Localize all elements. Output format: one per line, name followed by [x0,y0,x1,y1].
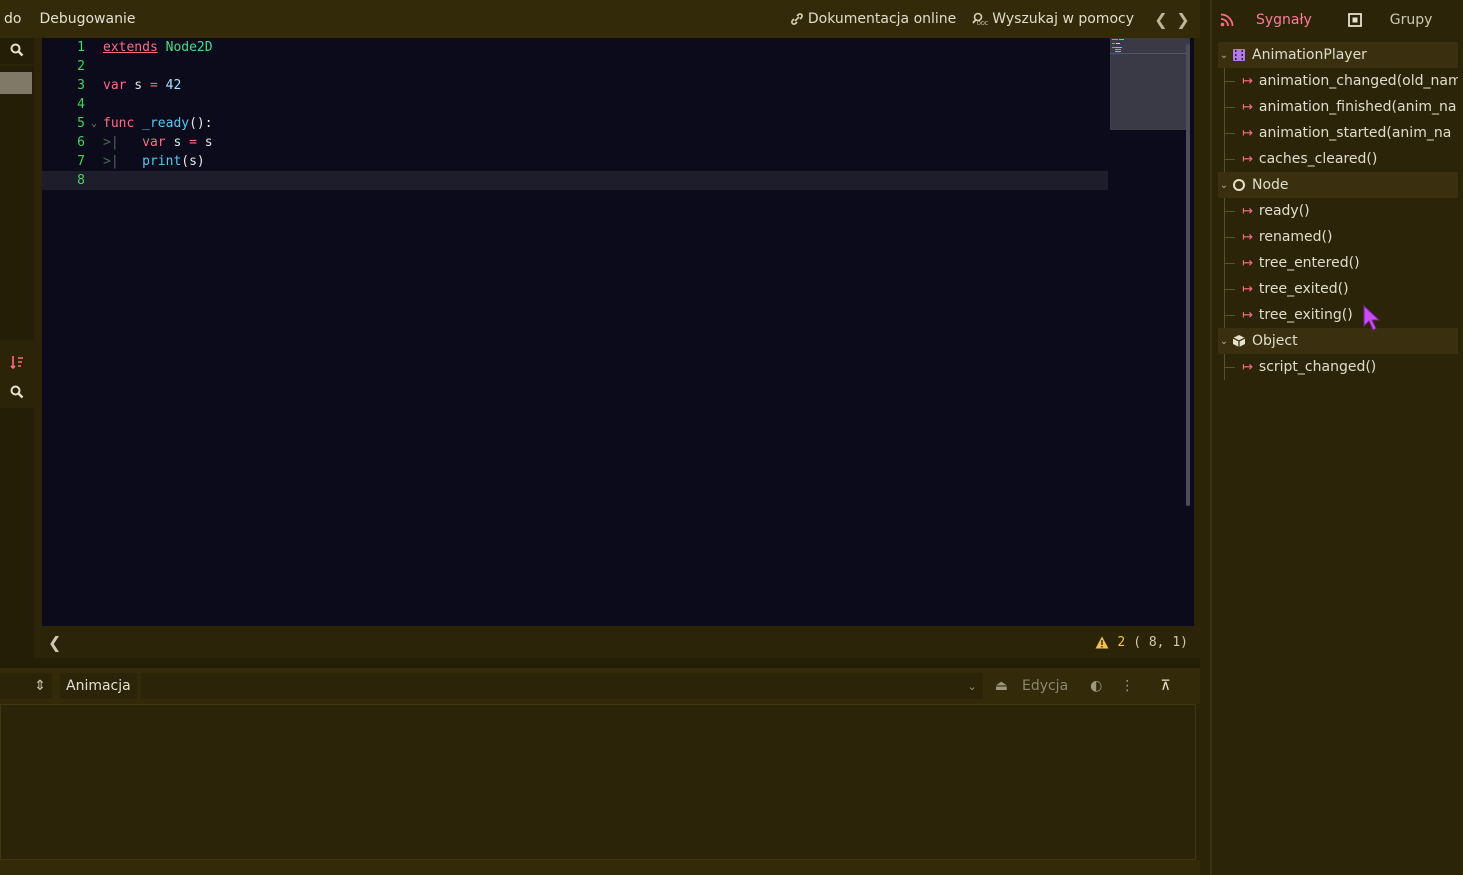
signal-icon: ↦ [1242,99,1253,115]
tab-groups[interactable]: Grupy [1340,12,1449,28]
bottom-footer-bar [0,860,1200,875]
search-help-link[interactable]: DOC Wyszukaj w pomocy [972,11,1134,27]
code-editor[interactable]: 1 extends Node2D 2 3 var s = 42 4 5 ⌄ fun… [42,38,1194,626]
animation-track-panel[interactable] [0,704,1196,860]
node-dock: Sygnały Grupy ⌄ AnimationPlayer ↦ animati… [1210,0,1463,875]
filter-search-icon[interactable] [9,384,25,400]
link-icon [791,13,803,25]
tab-groups-label: Grupy [1389,12,1433,28]
up-down-arrows-icon: ⇕ [34,678,46,694]
chevron-down-icon: ⌄ [1219,49,1229,61]
script-editor-toolbar: do Debugowanie Dokumentacja online DOC W… [0,0,1200,38]
code-line: 1 extends Node2D [77,40,213,55]
tree-group-animationplayer[interactable]: ⌄ AnimationPlayer [1218,42,1458,68]
signal-item[interactable]: ↦ renamed() [1218,224,1458,250]
code-line: 4 [77,97,85,112]
search-icon[interactable] [9,42,25,58]
code-line: 6 >| var s = s [77,135,213,150]
script-list-panel [0,66,34,340]
more-options-icon[interactable]: ⋮ [1120,678,1134,694]
signal-icon: ↦ [1242,229,1253,245]
code-line-current: 8 [42,171,1108,190]
code-line: 3 var s = 42 [77,78,182,93]
animation-toolbar: ⇕ Animacja ⌄ ⏏ Edycja ◐ ⋮ ⊼ [0,668,1200,704]
signal-item[interactable]: ↦ tree_exiting() [1218,302,1458,328]
pin-icon[interactable]: ⊼ [1160,678,1170,694]
code-line: 5 ⌄ func _ready(): [77,116,213,131]
tree-group-object[interactable]: ⌄ Object [1218,328,1458,354]
cursor-position: ( 8, 1) [1133,634,1188,650]
signal-icon: ↦ [1242,359,1253,375]
tab-signals[interactable]: Sygnały [1212,12,1328,28]
svg-text:DOC: DOC [977,21,988,26]
signal-icon: ↦ [1242,255,1253,271]
mouse-cursor-icon [1363,304,1381,331]
object-cube-icon [1232,335,1246,347]
signals-tree: ⌄ AnimationPlayer ↦ animation_changed(old… [1218,42,1458,380]
nav-back-button[interactable]: ❮ [1150,10,1172,29]
editor-scrollbar[interactable] [1186,44,1190,506]
group-label: Object [1252,333,1298,349]
code-line: 2 [77,59,85,74]
signal-icon: ↦ [1242,203,1253,219]
editor-status-bar: ❮ 2 ( 8, 1) [42,626,1194,658]
tab-indicator-icon: >| [103,154,143,169]
signal-item[interactable]: ↦ animation_changed(old_nam [1218,68,1458,94]
signal-icon: ↦ [1242,151,1253,167]
signal-icon: ↦ [1242,73,1253,89]
signal-item[interactable]: ↦ ready() [1218,198,1458,224]
code-line: 7 >| print(s) [77,154,205,169]
signal-item[interactable]: ↦ animation_started(anim_na [1218,120,1458,146]
fold-arrow-icon[interactable]: ⌄ [85,118,103,129]
autoplay-icon[interactable]: ⏏ [995,678,1008,694]
sort-icon[interactable] [9,354,25,370]
node-circle-icon [1233,179,1245,191]
help-search-icon: DOC [972,12,988,26]
group-label: Node [1252,177,1289,193]
code-minimap[interactable] [1110,38,1190,130]
warning-count: 2 [1117,634,1126,650]
animation-spinbox[interactable]: ⇕ [0,673,52,699]
signal-icon: ↦ [1242,307,1253,323]
onion-skin-icon[interactable]: ◐ [1090,678,1102,694]
chevron-down-icon: ⌄ [967,679,977,693]
menu-item-partial[interactable]: do [0,11,25,27]
animation-select[interactable]: ⌄ [140,673,983,699]
search-help-label: Wyszukaj w pomocy [992,11,1134,27]
tab-signals-label: Sygnały [1256,12,1312,28]
signal-item[interactable]: ↦ script_changed() [1218,354,1458,380]
toggle-scripts-panel-button[interactable]: ❮ [48,633,61,652]
warning-icon [1095,636,1109,648]
group-label: AnimationPlayer [1252,47,1367,63]
edit-button[interactable]: Edycja [1022,678,1068,694]
chevron-down-icon: ⌄ [1219,335,1229,347]
panel-divider[interactable] [0,658,1200,668]
script-list-strip [0,38,34,658]
groups-icon [1347,13,1362,27]
signal-rss-icon [1220,13,1234,27]
animation-menu-button[interactable]: Animacja [60,673,137,699]
signal-item[interactable]: ↦ tree_entered() [1218,250,1458,276]
online-docs-link[interactable]: Dokumentacja online [790,11,956,27]
warnings-indicator[interactable]: 2 ( 8, 1) [1095,635,1188,650]
animation-player-icon [1233,49,1245,61]
nav-forward-button[interactable]: ❯ [1172,10,1194,29]
signal-item[interactable]: ↦ tree_exited() [1218,276,1458,302]
signal-item[interactable]: ↦ animation_finished(anim_na [1218,94,1458,120]
signal-icon: ↦ [1242,125,1253,141]
script-list-selected-item[interactable] [0,72,32,94]
menu-debug[interactable]: Debugowanie [35,11,139,27]
tab-indicator-icon: >| [103,135,143,150]
signal-item[interactable]: ↦ caches_cleared() [1218,146,1458,172]
tree-group-node[interactable]: ⌄ Node [1218,172,1458,198]
signal-icon: ↦ [1242,281,1253,297]
method-list-panel [0,408,34,658]
chevron-down-icon: ⌄ [1219,179,1229,191]
online-docs-label: Dokumentacja online [807,11,957,27]
